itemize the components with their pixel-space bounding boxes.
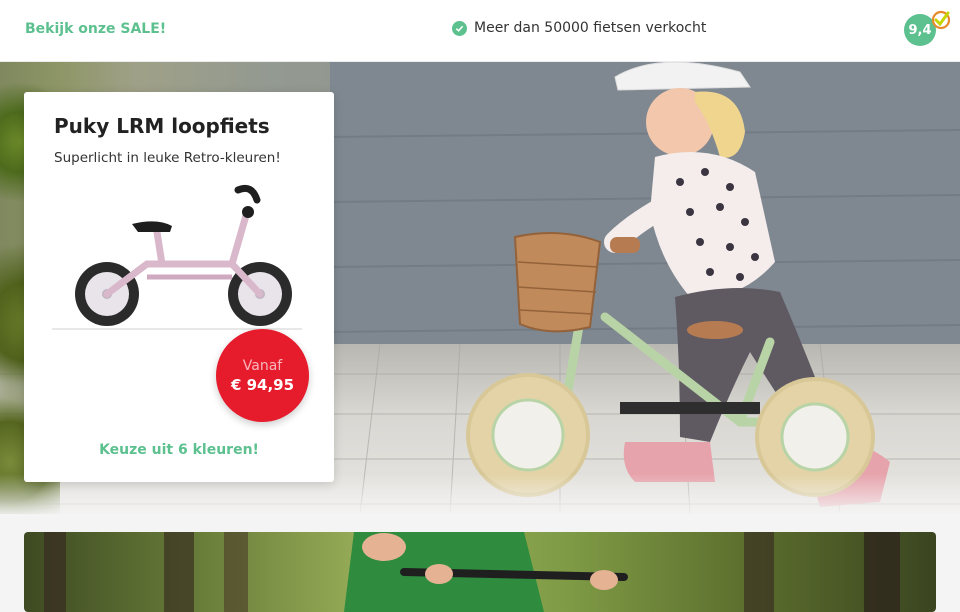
second-banner[interactable] [24,532,936,612]
price-from-label: Vanaf [242,357,283,374]
check-circle-icon [452,20,467,36]
product-card[interactable]: Puky LRM loopfiets Superlicht in leuke R… [24,92,334,482]
usp-text: Meer dan 50000 fietsen verkocht [474,20,707,36]
verified-check-icon [931,10,951,30]
child-on-balance-bike-illustration [466,62,890,507]
colors-link[interactable]: Keuze uit 6 kleuren! [24,442,334,458]
sale-link[interactable]: Bekijk onze SALE! [25,21,166,37]
product-subtitle: Superlicht in leuke Retro-kleuren! [54,150,281,166]
usp-banner: Meer dan 50000 fietsen verkocht [452,20,706,36]
product-title: Puky LRM loopfiets [54,114,270,138]
price-value: € 94,95 [230,375,295,394]
price-badge: Vanaf € 94,95 [216,329,309,422]
balance-bike-image [52,184,302,330]
top-bar: Bekijk onze SALE! Meer dan 50000 fietsen… [0,0,960,62]
child-cycling-illustration [44,532,900,612]
